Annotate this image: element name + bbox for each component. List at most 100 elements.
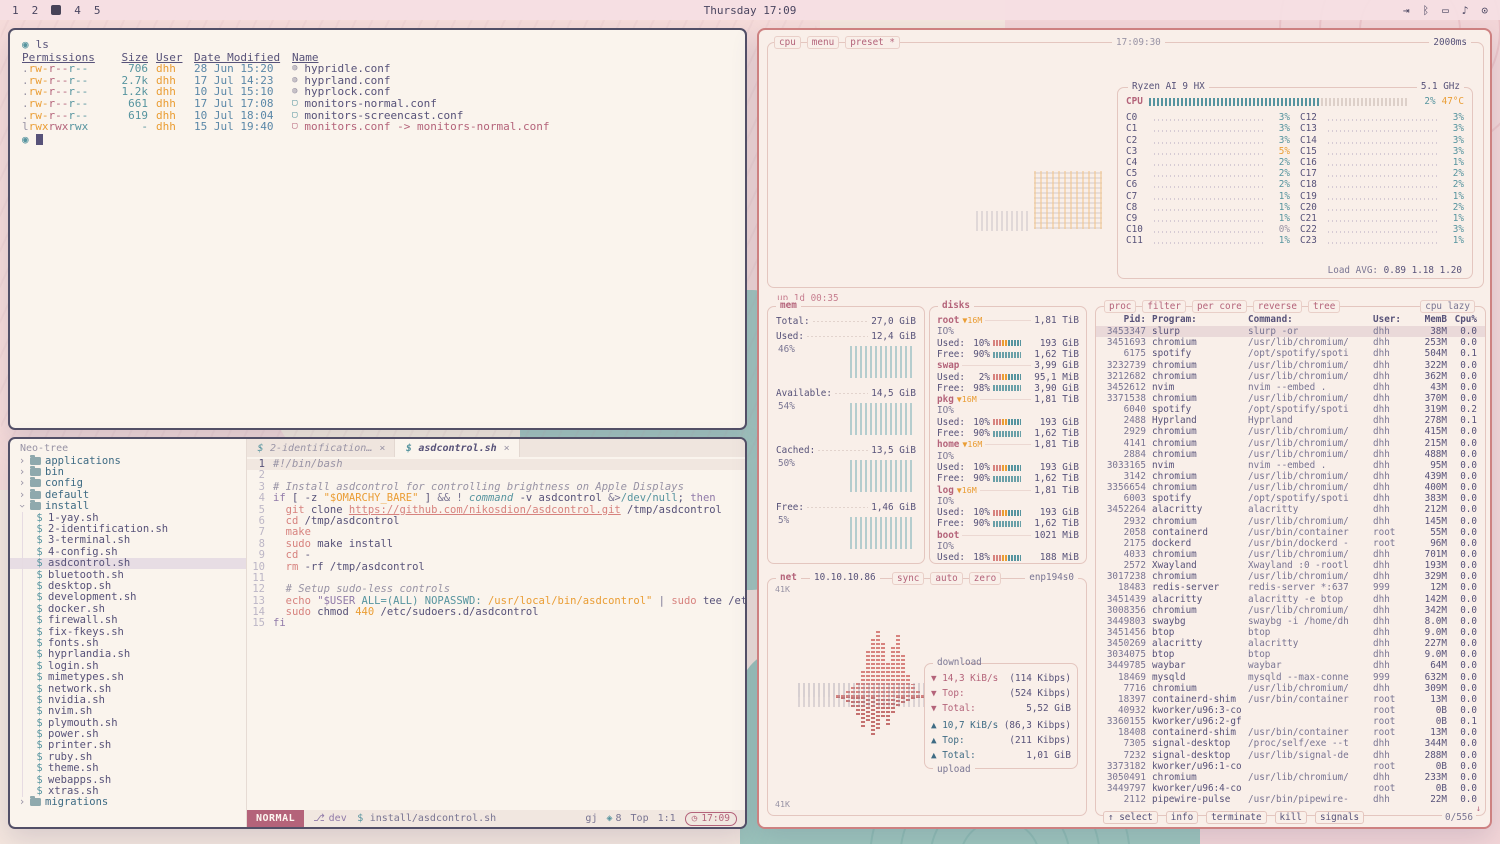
process-row[interactable]: 3142chromium/usr/lib/chromium/dhh439M0.0 bbox=[1104, 471, 1477, 482]
terminal-cursor[interactable] bbox=[36, 134, 43, 145]
tree-dir-bin[interactable]: ›bin bbox=[10, 466, 246, 477]
column-header[interactable]: Program: bbox=[1152, 314, 1248, 325]
workspace-2[interactable]: 2 bbox=[32, 4, 39, 17]
process-row[interactable]: 3050491chromium/usr/lib/chromium/dhh233M… bbox=[1104, 772, 1477, 783]
process-row[interactable]: 18397containerd-shim/usr/bin/containerro… bbox=[1104, 694, 1477, 705]
process-row[interactable]: 3452612nvimnvim --embed .dhh43M0.0 bbox=[1104, 382, 1477, 393]
process-row[interactable]: 40932kworker/u96:3-coroot0B0.0 bbox=[1104, 705, 1477, 716]
tree-file-xtras.sh[interactable]: $xtras.sh bbox=[10, 785, 246, 796]
process-row[interactable]: 3008356chromium/usr/lib/chromium/dhh342M… bbox=[1104, 605, 1477, 616]
column-header[interactable]: Cpu% bbox=[1447, 314, 1477, 325]
proc-tab-proc[interactable]: proc bbox=[1104, 300, 1136, 313]
refresh-interval[interactable]: 2000ms bbox=[1429, 37, 1471, 48]
process-row[interactable]: 2884chromium/usr/lib/chromium/dhh488M0.0 bbox=[1104, 449, 1477, 460]
proc-action-kill[interactable]: kill bbox=[1275, 811, 1307, 824]
process-row[interactable]: 2932chromium/usr/lib/chromium/dhh145M0.0 bbox=[1104, 516, 1477, 527]
process-row[interactable]: 6175spotify/opt/spotify/spotidhh504M0.1 bbox=[1104, 348, 1477, 359]
tree-dir-default[interactable]: ›default bbox=[10, 489, 246, 500]
process-row[interactable]: 3017238chromium/usr/lib/chromium/dhh329M… bbox=[1104, 571, 1477, 582]
tree-file-login.sh[interactable]: $login.sh bbox=[10, 660, 246, 671]
proc-action-terminate[interactable]: terminate bbox=[1206, 811, 1266, 824]
tree-dir-migrations[interactable]: ›migrations bbox=[10, 797, 246, 808]
process-row[interactable]: 3453347slurpslurp -ordhh38M0.0 bbox=[1096, 326, 1485, 337]
tree-file-network.sh[interactable]: $network.sh bbox=[10, 683, 246, 694]
process-row[interactable]: 7232signal-desktop/usr/lib/signal-dedhh2… bbox=[1104, 750, 1477, 761]
proc-tab-reverse[interactable]: reverse bbox=[1253, 300, 1302, 313]
tree-file-printer.sh[interactable]: $printer.sh bbox=[10, 740, 246, 751]
tree-file-2-identification.sh[interactable]: $2-identification.sh bbox=[10, 523, 246, 534]
tree-file-firewall.sh[interactable]: $firewall.sh bbox=[10, 614, 246, 625]
process-row[interactable]: 3360155kworker/u96:2-gfroot0B0.1 bbox=[1104, 716, 1477, 727]
process-row[interactable]: 3451439alacrittyalacritty -e btopdhh142M… bbox=[1104, 594, 1477, 605]
process-row[interactable]: 2929chromium/usr/lib/chromium/dhh415M0.0 bbox=[1104, 426, 1477, 437]
process-row[interactable]: 2058containerd/usr/bin/containerroot55M0… bbox=[1104, 527, 1477, 538]
display-icon[interactable]: ▭ bbox=[1442, 4, 1449, 17]
proc-tab-tree[interactable]: tree bbox=[1308, 300, 1340, 313]
process-row[interactable]: 3034075btopbtopdhh9.0M0.0 bbox=[1104, 649, 1477, 660]
sort-mode[interactable]: cpu lazy bbox=[1420, 300, 1475, 313]
power-icon[interactable]: ⊙ bbox=[1481, 4, 1488, 17]
tree-file-power.sh[interactable]: $power.sh bbox=[10, 728, 246, 739]
tree-file-theme.sh[interactable]: $theme.sh bbox=[10, 763, 246, 774]
workspace-5[interactable]: 5 bbox=[94, 4, 101, 17]
tree-file-asdcontrol.sh[interactable]: $asdcontrol.sh bbox=[10, 558, 246, 569]
tree-file-plymouth.sh[interactable]: $plymouth.sh bbox=[10, 717, 246, 728]
column-header[interactable]: MemB bbox=[1407, 314, 1447, 325]
btop-cpu-button[interactable]: cpu bbox=[774, 36, 801, 49]
net-sync-button[interactable]: sync bbox=[892, 572, 924, 585]
process-row[interactable]: 3232739chromium/usr/lib/chromium/dhh322M… bbox=[1104, 360, 1477, 371]
process-row[interactable]: 3451693chromium/usr/lib/chromium/dhh253M… bbox=[1104, 337, 1477, 348]
tree-file-desktop.sh[interactable]: $desktop.sh bbox=[10, 580, 246, 591]
process-row[interactable]: 3033165nvimnvim --embed .dhh95M0.0 bbox=[1104, 460, 1477, 471]
tree-dir-install[interactable]: ›install bbox=[10, 501, 246, 512]
bluetooth-icon[interactable]: ᛒ bbox=[1423, 4, 1430, 17]
net-auto-button[interactable]: auto bbox=[930, 572, 962, 585]
tree-file-nvidia.sh[interactable]: $nvidia.sh bbox=[10, 694, 246, 705]
proc-tab-filter[interactable]: filter bbox=[1142, 300, 1186, 313]
process-row[interactable]: 3452264alacrittyalacrittydhh212M0.0 bbox=[1104, 504, 1477, 515]
btop-menu-button[interactable]: menu bbox=[807, 36, 839, 49]
process-row[interactable]: 3449803swaybgswaybg -i /home/dhdhh8.0M0.… bbox=[1104, 616, 1477, 627]
workspace-1[interactable]: 1 bbox=[12, 4, 19, 17]
tree-file-webapps.sh[interactable]: $webapps.sh bbox=[10, 774, 246, 785]
tree-file-hyprlandia.sh[interactable]: $hyprlandia.sh bbox=[10, 649, 246, 660]
process-row[interactable]: 2572XwaylandXwayland :0 -rootldhh193M0.0 bbox=[1104, 560, 1477, 571]
process-row[interactable]: 3373182kworker/u96:1-coroot0B0.0 bbox=[1104, 761, 1477, 772]
tree-file-ruby.sh[interactable]: $ruby.sh bbox=[10, 751, 246, 762]
process-row[interactable]: 2112pipewire-pulse/usr/bin/pipewire-dhh2… bbox=[1104, 794, 1477, 805]
column-header[interactable]: Command: bbox=[1248, 314, 1373, 325]
close-icon[interactable]: × bbox=[504, 443, 510, 454]
tree-file-fonts.sh[interactable]: $fonts.sh bbox=[10, 637, 246, 648]
tree-file-1-yay.sh[interactable]: $1-yay.sh bbox=[10, 512, 246, 523]
tree-file-development.sh[interactable]: $development.sh bbox=[10, 592, 246, 603]
process-row[interactable]: 3212682chromium/usr/lib/chromium/dhh362M… bbox=[1104, 371, 1477, 382]
scroll-down-icon[interactable]: ↓ bbox=[1476, 803, 1481, 814]
process-row[interactable]: 2175dockerd/usr/bin/dockerd -root96M0.0 bbox=[1104, 538, 1477, 549]
process-row[interactable]: 6040spotify/opt/spotify/spotidhh319M0.2 bbox=[1104, 404, 1477, 415]
code-buffer[interactable]: 1#!/bin/bash23# Install asdcontrol for c… bbox=[247, 457, 745, 810]
close-icon[interactable]: × bbox=[379, 443, 385, 454]
process-row[interactable]: 4141chromium/usr/lib/chromium/dhh215M0.0 bbox=[1104, 438, 1477, 449]
net-zero-button[interactable]: zero bbox=[969, 572, 1001, 585]
process-row[interactable]: 18483redis-serverredis-server *:63799912… bbox=[1104, 582, 1477, 593]
tree-file-docker.sh[interactable]: $docker.sh bbox=[10, 603, 246, 614]
process-row[interactable]: 2488HyprlandHyprlanddhh278M0.1 bbox=[1104, 415, 1477, 426]
btop-preset-button[interactable]: preset * bbox=[845, 36, 900, 49]
proc-tab-per-core[interactable]: per core bbox=[1192, 300, 1247, 313]
process-row[interactable]: 18469mysqldmysqld --max-conne999632M0.0 bbox=[1104, 672, 1477, 683]
proc-action-signals[interactable]: signals bbox=[1315, 811, 1364, 824]
tree-file-fix-fkeys.sh[interactable]: $fix-fkeys.sh bbox=[10, 626, 246, 637]
proc-action-info[interactable]: info bbox=[1166, 811, 1198, 824]
column-header[interactable]: Pid: bbox=[1104, 314, 1152, 325]
process-row[interactable]: 3451456btopbtopdhh9.0M0.0 bbox=[1104, 627, 1477, 638]
process-row[interactable]: 3450269alacrittyalacrittydhh227M0.0 bbox=[1104, 638, 1477, 649]
workspace-4[interactable]: 4 bbox=[74, 4, 81, 17]
tree-dir-applications[interactable]: ›applications bbox=[10, 455, 246, 466]
process-row[interactable]: 6003spotify/opt/spotify/spotidhh383M0.0 bbox=[1104, 493, 1477, 504]
process-row[interactable]: 7305signal-desktop/proc/self/exe --tdhh3… bbox=[1104, 738, 1477, 749]
process-row[interactable]: 3449797kworker/u96:4-coroot0B0.0 bbox=[1104, 783, 1477, 794]
process-row[interactable]: 3371538chromium/usr/lib/chromium/dhh370M… bbox=[1104, 393, 1477, 404]
process-row[interactable]: 7716chromium/usr/lib/chromium/dhh309M0.0 bbox=[1104, 683, 1477, 694]
tab-2-identification…[interactable]: $2-identification…× bbox=[247, 439, 395, 457]
column-header[interactable]: User: bbox=[1373, 314, 1407, 325]
